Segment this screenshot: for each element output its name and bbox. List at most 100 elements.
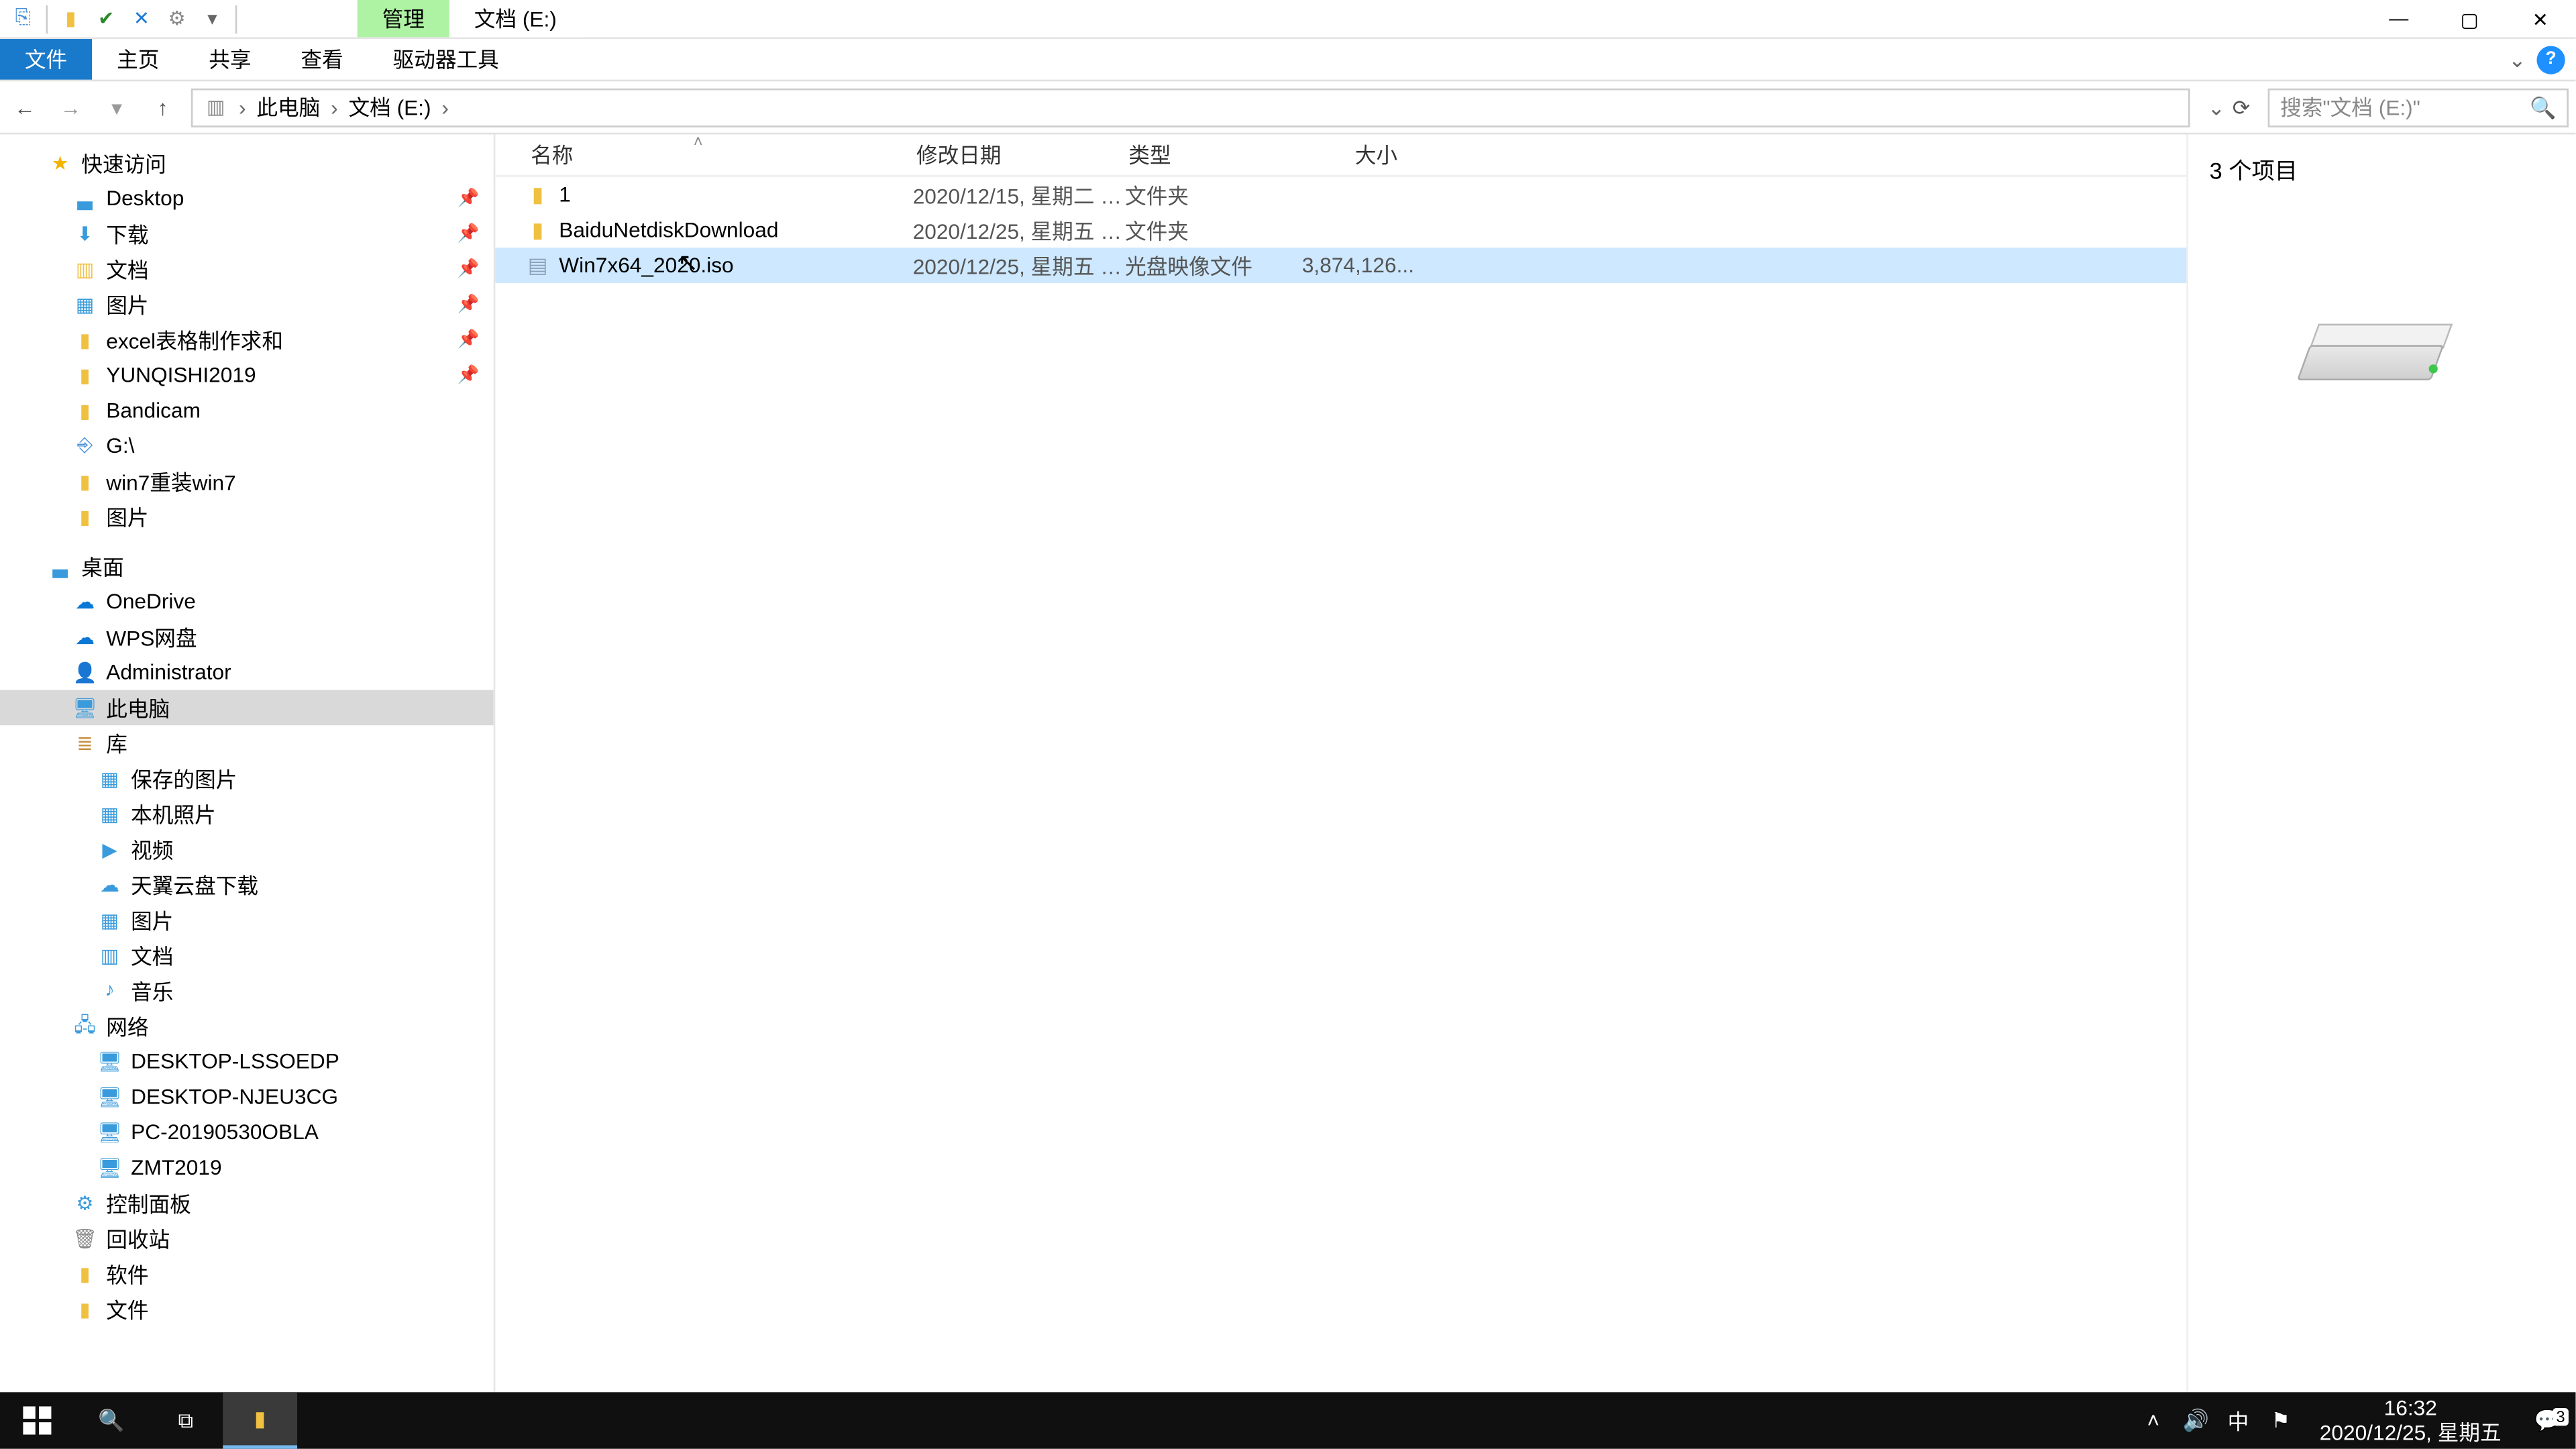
expand-ribbon-icon[interactable]: ⌄ (2508, 47, 2526, 72)
dropdown-icon[interactable]: ⌄ (2208, 95, 2226, 119)
drive-tools-tab[interactable]: 驱动器工具 (368, 39, 524, 80)
minimize-button[interactable]: — (2363, 0, 2434, 39)
forward-button[interactable]: → (53, 89, 89, 125)
nav-tianyi[interactable]: ☁天翼云盘下载 (0, 867, 494, 902)
address-tools: ⌄ ⟳ (2200, 95, 2257, 119)
nav-camera-roll[interactable]: ▦本机照片 (0, 796, 494, 832)
file-row[interactable]: ▤Win7x64_2020.iso2020/12/25, 星期五 1...光盘映… (495, 248, 2186, 283)
search-icon[interactable]: 🔍 (2530, 95, 2556, 119)
nav-pc3[interactable]: 🖥PC-20190530OBLA (0, 1114, 494, 1150)
nav-desktop[interactable]: ▃Desktop📌 (0, 180, 494, 216)
nav-documents[interactable]: ▥文档📌 (0, 251, 494, 286)
nav-label: OneDrive (106, 589, 196, 614)
nav-desktop-root[interactable]: ▃桌面 (0, 548, 494, 584)
dropdown-icon[interactable]: ▾ (197, 3, 228, 34)
col-name[interactable]: 名称 (524, 140, 910, 170)
nav-quick-access[interactable]: ★快速访问 (0, 145, 494, 180)
explorer-task-button[interactable]: ▮ (223, 1392, 297, 1448)
col-size[interactable]: 大小 (1299, 140, 1405, 170)
nav-pictures[interactable]: ▦图片📌 (0, 286, 494, 322)
folder-icon[interactable]: ▮ (55, 3, 87, 34)
nav-files[interactable]: ▮文件 (0, 1291, 494, 1327)
home-tab[interactable]: 主页 (92, 39, 184, 80)
nav-label: DESKTOP-NJEU3CG (131, 1084, 338, 1109)
tray-overflow-icon[interactable]: ˄ (2132, 1408, 2174, 1433)
task-view-button[interactable]: ⧉ (149, 1392, 223, 1448)
volume-icon[interactable]: 🔊 (2175, 1408, 2217, 1433)
breadcrumb-root[interactable]: 此电脑 (253, 92, 324, 122)
nav-control-panel[interactable]: ⚙控制面板 (0, 1185, 494, 1221)
start-button[interactable] (0, 1392, 74, 1448)
file-row[interactable]: ▮12020/12/15, 星期二 1...文件夹 (495, 177, 2186, 213)
gear-icon[interactable]: ⚙ (161, 3, 193, 34)
nav-label: 本机照片 (131, 799, 216, 829)
file-tab[interactable]: 文件 (0, 39, 92, 80)
file-list[interactable]: ˄ 名称 修改日期 类型 大小 ▮12020/12/15, 星期二 1...文件… (495, 134, 2186, 1409)
control-panel-icon: ⚙ (70, 1189, 99, 1217)
nav-pc4[interactable]: 🖥ZMT2019 (0, 1150, 494, 1185)
chevron-right-icon[interactable]: › (438, 95, 452, 119)
cloud-icon: ☁ (70, 623, 99, 651)
share-tab[interactable]: 共享 (184, 39, 276, 80)
manage-tab[interactable]: 管理 (358, 0, 449, 37)
check-icon[interactable]: ✔ (90, 3, 121, 34)
nav-downloads[interactable]: ⬇下载📌 (0, 216, 494, 252)
folder-icon: ▮ (70, 1295, 99, 1323)
chevron-right-icon[interactable]: › (327, 95, 341, 119)
nav-label: G:\ (106, 433, 134, 458)
close-icon[interactable]: ✕ (125, 3, 157, 34)
help-icon[interactable]: ? (2536, 45, 2565, 73)
nav-bandicam[interactable]: ▮Bandicam (0, 392, 494, 428)
col-type[interactable]: 类型 (1122, 140, 1299, 170)
view-tab[interactable]: 查看 (276, 39, 368, 80)
app-icon[interactable]: ⎘ (7, 3, 39, 34)
action-center-button[interactable]: 💬3 (2519, 1408, 2575, 1433)
nav-g-drive[interactable]: ⎆G:\ (0, 428, 494, 464)
nav-pc2[interactable]: 🖥DESKTOP-NJEU3CG (0, 1079, 494, 1115)
nav-saved-pics[interactable]: ▦保存的图片 (0, 761, 494, 796)
nav-pc1[interactable]: 🖥DESKTOP-LSSOEDP (0, 1044, 494, 1079)
close-button[interactable]: ✕ (2505, 0, 2575, 39)
desktop-icon: ▃ (70, 184, 99, 212)
chevron-right-icon[interactable]: › (235, 95, 250, 119)
col-date[interactable]: 修改日期 (909, 140, 1121, 170)
nav-lib-docs[interactable]: ▥文档 (0, 938, 494, 973)
nav-admin[interactable]: 👤Administrator (0, 655, 494, 690)
up-button[interactable]: ↑ (145, 89, 180, 125)
pin-icon: 📌 (458, 294, 480, 314)
pc-icon: 🖥 (70, 694, 99, 722)
file-row[interactable]: ▮BaiduNetdiskDownload2020/12/25, 星期五 1..… (495, 212, 2186, 248)
maximize-button[interactable]: ▢ (2434, 0, 2505, 39)
taskbar-clock[interactable]: 16:32 2020/12/25, 星期五 (2302, 1396, 2519, 1446)
nav-music[interactable]: ♪音乐 (0, 973, 494, 1008)
search-button[interactable]: 🔍 (74, 1392, 149, 1448)
nav-wps[interactable]: ☁WPS网盘 (0, 619, 494, 655)
nav-pictures2[interactable]: ▮图片 (0, 499, 494, 535)
nav-videos[interactable]: ▶视频 (0, 831, 494, 867)
column-headers: ˄ 名称 修改日期 类型 大小 (495, 134, 2186, 176)
nav-win7[interactable]: ▮win7重装win7 (0, 464, 494, 499)
nav-network[interactable]: 🖧网络 (0, 1008, 494, 1044)
nav-recycle[interactable]: 🗑回收站 (0, 1221, 494, 1256)
breadcrumb-location[interactable]: 文档 (E:) (345, 92, 435, 122)
security-icon[interactable]: ⚑ (2259, 1408, 2302, 1433)
quick-access-toolbar: ⎘ ▮ ✔ ✕ ⚙ ▾ (0, 0, 248, 37)
ime-icon[interactable]: 中 (2217, 1405, 2259, 1436)
refresh-icon[interactable]: ⟳ (2233, 95, 2251, 119)
back-button[interactable]: ← (7, 89, 43, 125)
nav-label: 快速访问 (81, 148, 166, 178)
search-input[interactable]: 搜索"文档 (E:)" 🔍 (2268, 88, 2569, 127)
nav-lib-pics[interactable]: ▦图片 (0, 902, 494, 938)
pin-icon: 📌 (458, 259, 480, 278)
nav-yunqishi[interactable]: ▮YUNQISHI2019📌 (0, 358, 494, 393)
nav-library[interactable]: ≣库 (0, 725, 494, 761)
address-bar[interactable]: ▥ › 此电脑 › 文档 (E:) › (191, 88, 2190, 127)
nav-software[interactable]: ▮软件 (0, 1256, 494, 1291)
separator (235, 5, 237, 33)
navigation-pane[interactable]: ★快速访问 ▃Desktop📌 ⬇下载📌 ▥文档📌 ▦图片📌 ▮excel表格制… (0, 134, 495, 1409)
history-dropdown[interactable]: ▾ (99, 89, 135, 125)
file-type: 文件夹 (1125, 180, 1302, 210)
nav-this-pc[interactable]: 🖥此电脑 (0, 690, 494, 725)
nav-excel[interactable]: ▮excel表格制作求和📌 (0, 322, 494, 358)
nav-onedrive[interactable]: ☁OneDrive (0, 584, 494, 619)
